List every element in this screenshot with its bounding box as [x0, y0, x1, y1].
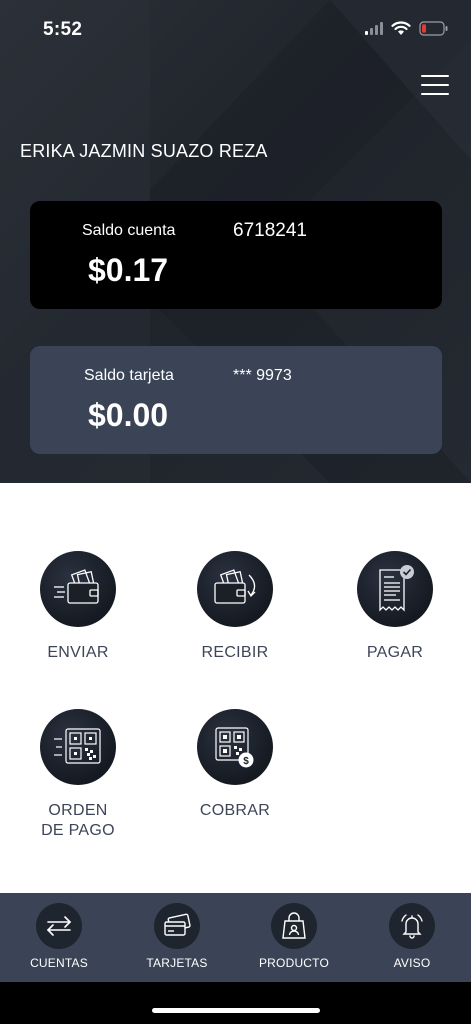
nav-item-aviso[interactable]: AVISO [362, 903, 462, 970]
card-balance-label: Saldo tarjeta [84, 367, 174, 384]
nav-label-aviso: AVISO [393, 956, 431, 970]
account-number: 6718241 [233, 220, 307, 241]
nav-label-cuentas: CUENTAS [30, 956, 88, 970]
recibir-button[interactable]: RECIBIR [175, 551, 295, 663]
enviar-button[interactable]: ENVIAR [18, 551, 138, 663]
battery-icon [419, 21, 448, 36]
svg-text:$: $ [243, 756, 249, 767]
bell-icon [389, 903, 435, 949]
status-bar: 5:52 [0, 0, 471, 60]
home-indicator[interactable] [152, 1008, 320, 1013]
wifi-icon [391, 21, 411, 35]
quick-actions: ENVIAR RECIBIR PAGAR ORDEN DE PAGO $ COB… [0, 483, 471, 893]
bottom-nav: CUENTAS TARJETAS PRODUCTO AVISO [0, 893, 471, 982]
nav-label-producto: PRODUCTO [258, 956, 330, 970]
card-balance-card[interactable]: Saldo tarjeta *** 9973 $0.00 [30, 346, 442, 454]
wallet-receive-icon [197, 551, 273, 627]
wallet-send-icon [40, 551, 116, 627]
cards-icon [154, 903, 200, 949]
nav-item-cuentas[interactable]: CUENTAS [9, 903, 109, 970]
receipt-check-icon [357, 551, 433, 627]
user-name: ERIKA JAZMIN SUAZO REZA [20, 141, 268, 161]
transfer-arrows-icon [36, 903, 82, 949]
status-icons [365, 21, 449, 36]
header: 5:52 ERIKA JAZMIN SUAZO REZA Saldo cuent… [0, 0, 471, 483]
nav-item-tarjetas[interactable]: TARJETAS [127, 903, 227, 970]
hamburger-menu-button[interactable] [421, 75, 449, 95]
cobrar-button[interactable]: $ COBRAR [175, 709, 295, 821]
qr-dollar-icon: $ [197, 709, 273, 785]
home-indicator-area [0, 982, 471, 1024]
pagar-button[interactable]: PAGAR [335, 551, 455, 663]
card-balance-amount: $0.00 [88, 397, 169, 433]
qr-send-icon [40, 709, 116, 785]
pagar-label: PAGAR [366, 644, 424, 661]
cobrar-label: COBRAR [199, 802, 271, 819]
orden-de-pago-label: ORDEN DE PAGO [41, 802, 115, 839]
orden-de-pago-button[interactable]: ORDEN DE PAGO [18, 709, 138, 841]
account-balance-amount: $0.17 [88, 252, 169, 288]
account-balance-card[interactable]: Saldo cuenta 6718241 $0.17 [30, 201, 442, 309]
account-balance-label: Saldo cuenta [82, 222, 176, 239]
card-number: *** 9973 [233, 367, 292, 384]
shopping-bag-icon [271, 903, 317, 949]
signal-icon [365, 22, 383, 35]
nav-item-producto[interactable]: PRODUCTO [244, 903, 344, 970]
enviar-label: ENVIAR [47, 644, 109, 661]
status-time: 5:52 [43, 19, 83, 40]
nav-label-tarjetas: TARJETAS [146, 956, 208, 970]
recibir-label: RECIBIR [201, 644, 269, 661]
